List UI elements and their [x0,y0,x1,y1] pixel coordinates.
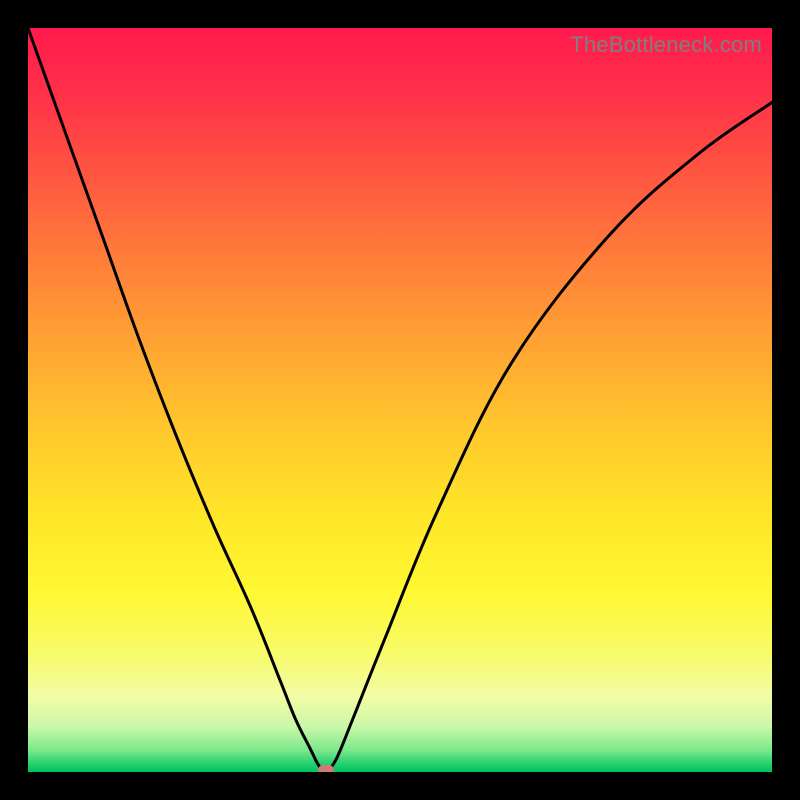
curve-svg [28,28,772,772]
bottleneck-curve-path [28,28,772,772]
plot-area: TheBottleneck.com [28,28,772,772]
chart-frame: TheBottleneck.com [0,0,800,800]
minimum-marker [318,765,334,772]
